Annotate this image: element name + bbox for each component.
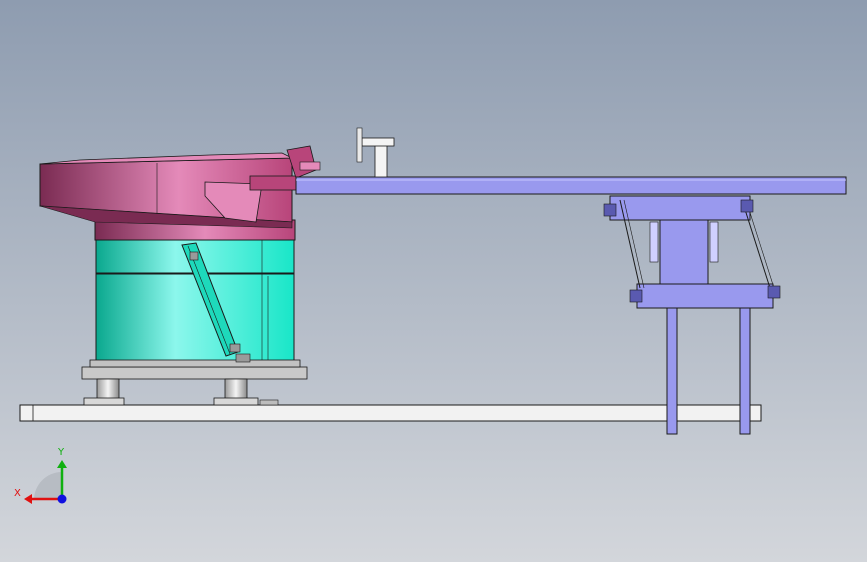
cad-scene[interactable]: X Y xyxy=(0,0,867,562)
x-axis-label: X xyxy=(14,488,21,499)
y-axis-label: Y xyxy=(57,447,65,458)
base-plate[interactable] xyxy=(19,404,762,422)
z-axis-dot-icon xyxy=(57,494,67,504)
linear-track xyxy=(295,176,847,195)
cad-viewport[interactable]: X Y xyxy=(0,0,867,562)
